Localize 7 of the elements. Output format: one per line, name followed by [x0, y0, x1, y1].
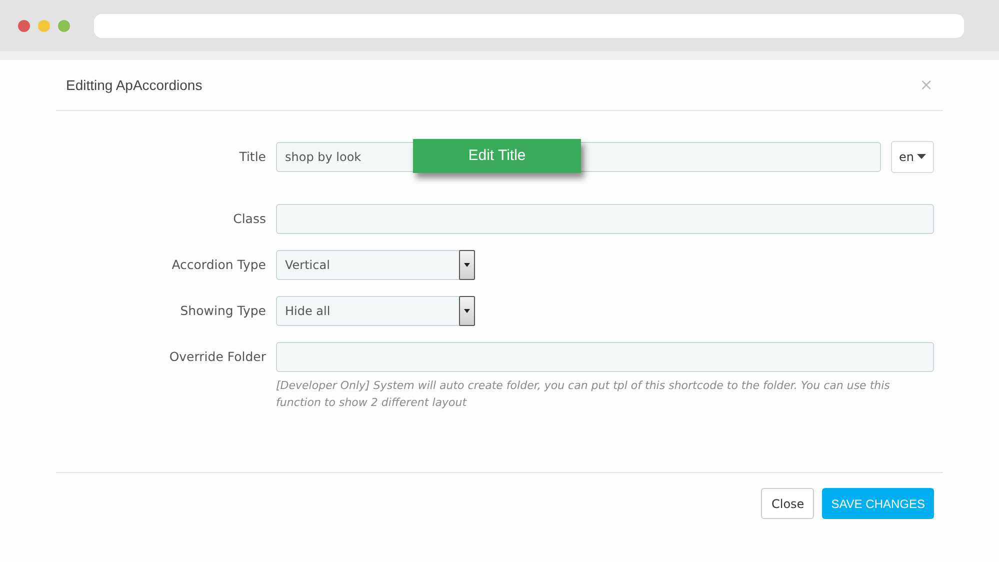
field-label: Showing Type [179, 302, 267, 320]
field-label: Title [238, 148, 267, 166]
modal-title: Editting ApAccordions [66, 76, 202, 95]
field-label: Accordion Type [170, 256, 267, 274]
field-label: Override Folder [168, 348, 267, 366]
field-label: Class [232, 210, 267, 228]
help-text: [Developer Only] System will auto create folder, you can put tpl of this shortcode to the folder. You can use this function to show 2 different layout [276, 378, 891, 411]
